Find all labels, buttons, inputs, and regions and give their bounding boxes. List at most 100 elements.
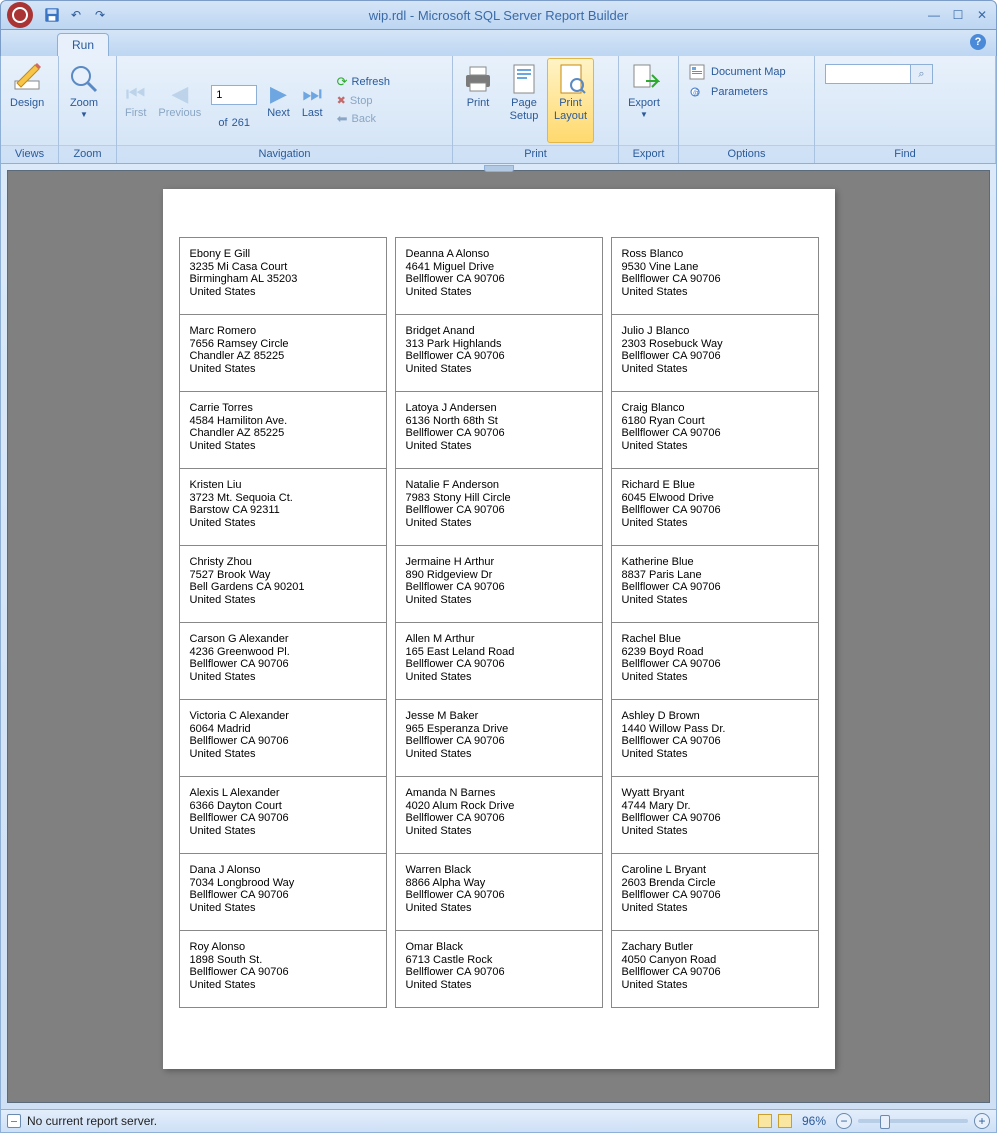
status-text: No current report server. (27, 1114, 157, 1128)
first-page-button[interactable]: ⏮ First (119, 79, 152, 123)
app-icon[interactable] (7, 2, 33, 28)
address-label: Dana J Alonso7034 Longbrood WayBellflowe… (180, 854, 386, 931)
address-label: Carson G Alexander4236 Greenwood Pl.Bell… (180, 623, 386, 700)
address-label: Rachel Blue6239 Boyd RoadBellflower CA 9… (612, 623, 818, 700)
group-label-export: Export (619, 145, 678, 163)
printer-icon (462, 63, 494, 95)
address-label: Ross Blanco9530 Vine LaneBellflower CA 9… (612, 238, 818, 315)
back-icon: ⬅ (337, 111, 348, 127)
first-page-icon: ⏮ (126, 83, 146, 105)
maximize-button[interactable]: ☐ (950, 7, 966, 23)
address-label: Latoya J Andersen6136 North 68th StBellf… (396, 392, 602, 469)
parameters-button[interactable]: @ Parameters (689, 84, 786, 100)
print-button[interactable]: Print (455, 58, 501, 143)
report-column: Deanna A Alonso4641 Miguel DriveBellflow… (395, 237, 603, 1008)
address-label: Kristen Liu3723 Mt. Sequoia Ct.Barstow C… (180, 469, 386, 546)
design-button[interactable]: Design (3, 58, 51, 143)
of-label: of (218, 117, 227, 129)
group-export: Export ▼ Export (619, 56, 679, 163)
group-label-zoom: Zoom (59, 145, 116, 163)
address-label: Julio J Blanco2303 Rosebuck WayBellflowe… (612, 315, 818, 392)
print-layout-icon (555, 63, 587, 95)
group-print: Print Page Setup Print Layout Print (453, 56, 619, 163)
back-button[interactable]: ⬅ Back (335, 110, 392, 128)
group-navigation: ⏮ First ◀ Previous of 261 ▶ Next (117, 56, 453, 163)
address-label: Marc Romero7656 Ramsey CircleChandler AZ… (180, 315, 386, 392)
title-bar: ↶ ↷ wip.rdl - Microsoft SQL Server Repor… (0, 0, 997, 30)
address-label: Ashley D Brown1440 Willow Pass Dr.Bellfl… (612, 700, 818, 777)
address-label: Caroline L Bryant2603 Brenda CircleBellf… (612, 854, 818, 931)
document-map-button[interactable]: Document Map (689, 64, 786, 80)
zoom-button[interactable]: Zoom ▼ (61, 58, 107, 143)
refresh-button[interactable]: ⟳ Refresh (335, 73, 392, 91)
address-label: Craig Blanco6180 Ryan CourtBellflower CA… (612, 392, 818, 469)
zoom-level: 96% (802, 1114, 826, 1128)
document-map-icon (689, 64, 705, 80)
report-page: Ebony E Gill3235 Mi Casa CourtBirmingham… (163, 189, 835, 1069)
current-page-input[interactable] (211, 85, 257, 105)
address-label: Allen M Arthur165 East Leland RoadBellfl… (396, 623, 602, 700)
group-label-navigation: Navigation (117, 145, 452, 163)
address-label: Deanna A Alonso4641 Miguel DriveBellflow… (396, 238, 602, 315)
stop-icon: ✖ (337, 94, 346, 107)
find-button[interactable]: ⌕ (911, 64, 933, 84)
previous-page-icon: ◀ (171, 83, 188, 105)
address-label: Alexis L Alexander6366 Dayton CourtBellf… (180, 777, 386, 854)
refresh-icon: ⟳ (337, 74, 348, 90)
print-layout-button[interactable]: Print Layout (547, 58, 594, 143)
quick-access-toolbar: ↶ ↷ (43, 6, 109, 24)
report-column: Ebony E Gill3235 Mi Casa CourtBirmingham… (179, 237, 387, 1008)
dropdown-arrow-icon: ▼ (640, 110, 648, 119)
address-label: Ebony E Gill3235 Mi Casa CourtBirmingham… (180, 238, 386, 315)
zoom-icon (68, 63, 100, 95)
address-label: Jesse M Baker965 Esperanza DriveBellflow… (396, 700, 602, 777)
redo-icon[interactable]: ↷ (91, 6, 109, 24)
address-label: Christy Zhou7527 Brook WayBell Gardens C… (180, 546, 386, 623)
address-label: Warren Black8866 Alpha WayBellflower CA … (396, 854, 602, 931)
address-label: Wyatt Bryant4744 Mary Dr.Bellflower CA 9… (612, 777, 818, 854)
report-preview[interactable]: Ebony E Gill3235 Mi Casa CourtBirmingham… (7, 170, 990, 1103)
window-title: wip.rdl - Microsoft SQL Server Report Bu… (369, 8, 629, 23)
panel-grip[interactable] (484, 165, 514, 172)
stop-button[interactable]: ✖ Stop (335, 93, 392, 108)
binoculars-icon: ⌕ (918, 68, 924, 81)
minimize-button[interactable]: — (926, 7, 942, 23)
previous-page-button[interactable]: ◀ Previous (152, 79, 207, 123)
find-input[interactable] (825, 64, 911, 84)
next-page-button[interactable]: ▶ Next (261, 79, 296, 123)
dropdown-arrow-icon: ▼ (80, 110, 88, 119)
address-label: Amanda N Barnes4020 Alum Rock DriveBellf… (396, 777, 602, 854)
address-label: Natalie F Anderson7983 Stony Hill Circle… (396, 469, 602, 546)
page-setup-icon (508, 63, 540, 95)
status-icon-1[interactable] (758, 1114, 772, 1128)
close-button[interactable]: ✕ (974, 7, 990, 23)
zoom-slider[interactable] (858, 1119, 968, 1123)
preview-container: Ebony E Gill3235 Mi Casa CourtBirmingham… (0, 164, 997, 1109)
group-label-find: Find (815, 145, 995, 163)
zoom-in-button[interactable]: + (974, 1113, 990, 1129)
group-label-views: Views (1, 145, 58, 163)
group-label-print: Print (453, 145, 618, 163)
address-label: Omar Black6713 Castle RockBellflower CA … (396, 931, 602, 1008)
address-label: Roy Alonso1898 South St.Bellflower CA 90… (180, 931, 386, 1008)
report-column: Ross Blanco9530 Vine LaneBellflower CA 9… (611, 237, 819, 1008)
parameters-icon: @ (689, 84, 705, 100)
address-label: Richard E Blue6045 Elwood DriveBellflowe… (612, 469, 818, 546)
address-label: Victoria C Alexander6064 MadridBellflowe… (180, 700, 386, 777)
undo-icon[interactable]: ↶ (67, 6, 85, 24)
last-page-button[interactable]: ⏭ Last (296, 79, 329, 123)
save-icon[interactable] (43, 6, 61, 24)
export-button[interactable]: Export ▼ (621, 58, 667, 143)
address-label: Carrie Torres4584 Hamiliton Ave.Chandler… (180, 392, 386, 469)
svg-text:@: @ (693, 90, 700, 97)
export-icon (628, 63, 660, 95)
help-icon[interactable]: ? (970, 34, 986, 50)
status-icon-2[interactable] (778, 1114, 792, 1128)
last-page-icon: ⏭ (302, 83, 322, 105)
tab-run[interactable]: Run (57, 33, 109, 56)
status-bar: No current report server. 96% − + (0, 1109, 997, 1133)
address-label: Zachary Butler4050 Canyon RoadBellflower… (612, 931, 818, 1008)
group-find: ⌕ Find (815, 56, 996, 163)
zoom-out-button[interactable]: − (836, 1113, 852, 1129)
page-setup-button[interactable]: Page Setup (501, 58, 547, 143)
